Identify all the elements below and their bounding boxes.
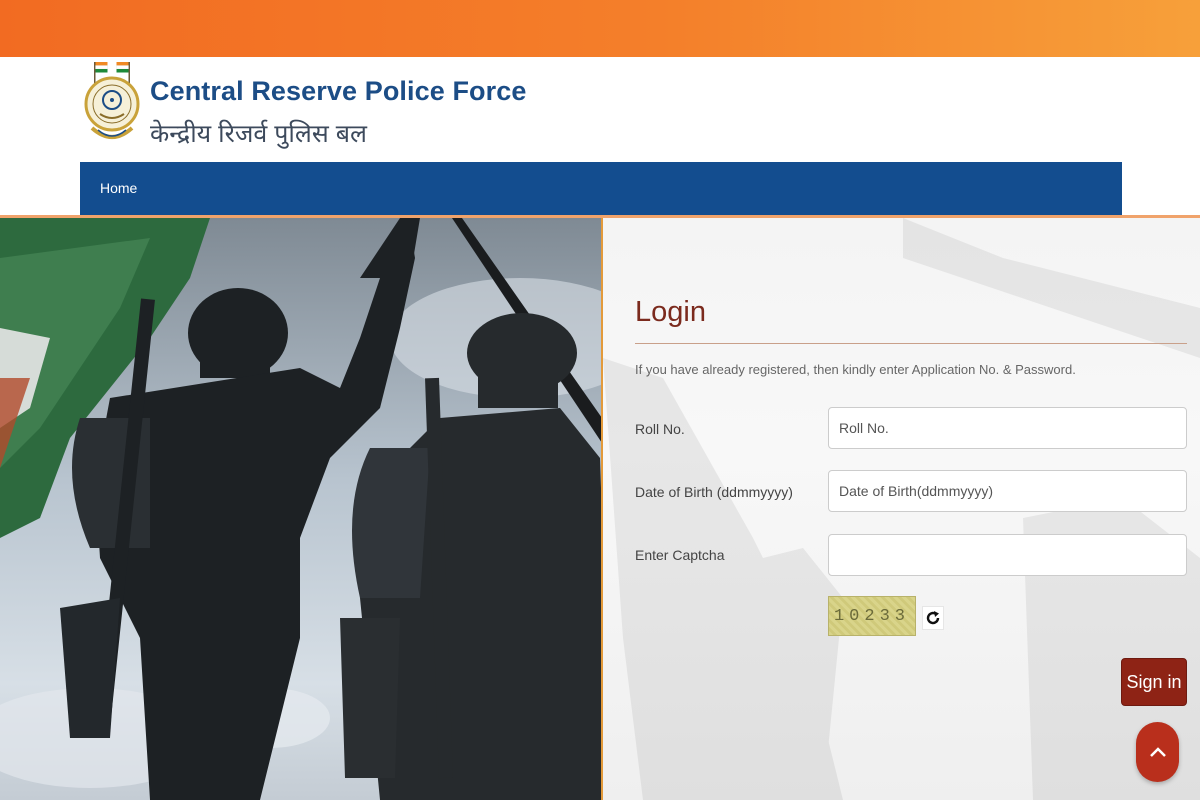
login-instructions: If you have already registered, then kin… bbox=[635, 362, 1076, 377]
crpf-emblem-icon bbox=[84, 62, 140, 139]
dob-input[interactable] bbox=[828, 470, 1187, 512]
captcha-label: Enter Captcha bbox=[635, 547, 725, 563]
login-title: Login bbox=[635, 296, 706, 328]
scroll-to-top-button[interactable] bbox=[1136, 722, 1179, 782]
hero-image bbox=[0, 218, 602, 800]
main-navbar: Home bbox=[80, 162, 1122, 217]
top-accent-bar bbox=[0, 0, 1200, 57]
captcha-image: 10233 bbox=[828, 596, 916, 636]
brand-name-hindi: केन्द्रीय रिजर्व पुलिस बल bbox=[150, 120, 367, 148]
refresh-icon bbox=[926, 611, 940, 625]
sign-in-button[interactable]: Sign in bbox=[1121, 658, 1187, 706]
login-title-underline bbox=[635, 343, 1187, 344]
roll-no-label: Roll No. bbox=[635, 421, 685, 437]
captcha-refresh-button[interactable] bbox=[922, 606, 944, 630]
dob-label: Date of Birth (ddmmyyyy) bbox=[635, 484, 793, 500]
soldiers-statue-illustration bbox=[0, 218, 602, 800]
chevron-up-icon bbox=[1149, 747, 1166, 757]
nav-home-link[interactable]: Home bbox=[100, 180, 137, 196]
captcha-input[interactable] bbox=[828, 534, 1187, 576]
brand-name-english: Central Reserve Police Force bbox=[150, 76, 527, 106]
roll-no-input[interactable] bbox=[828, 407, 1187, 449]
